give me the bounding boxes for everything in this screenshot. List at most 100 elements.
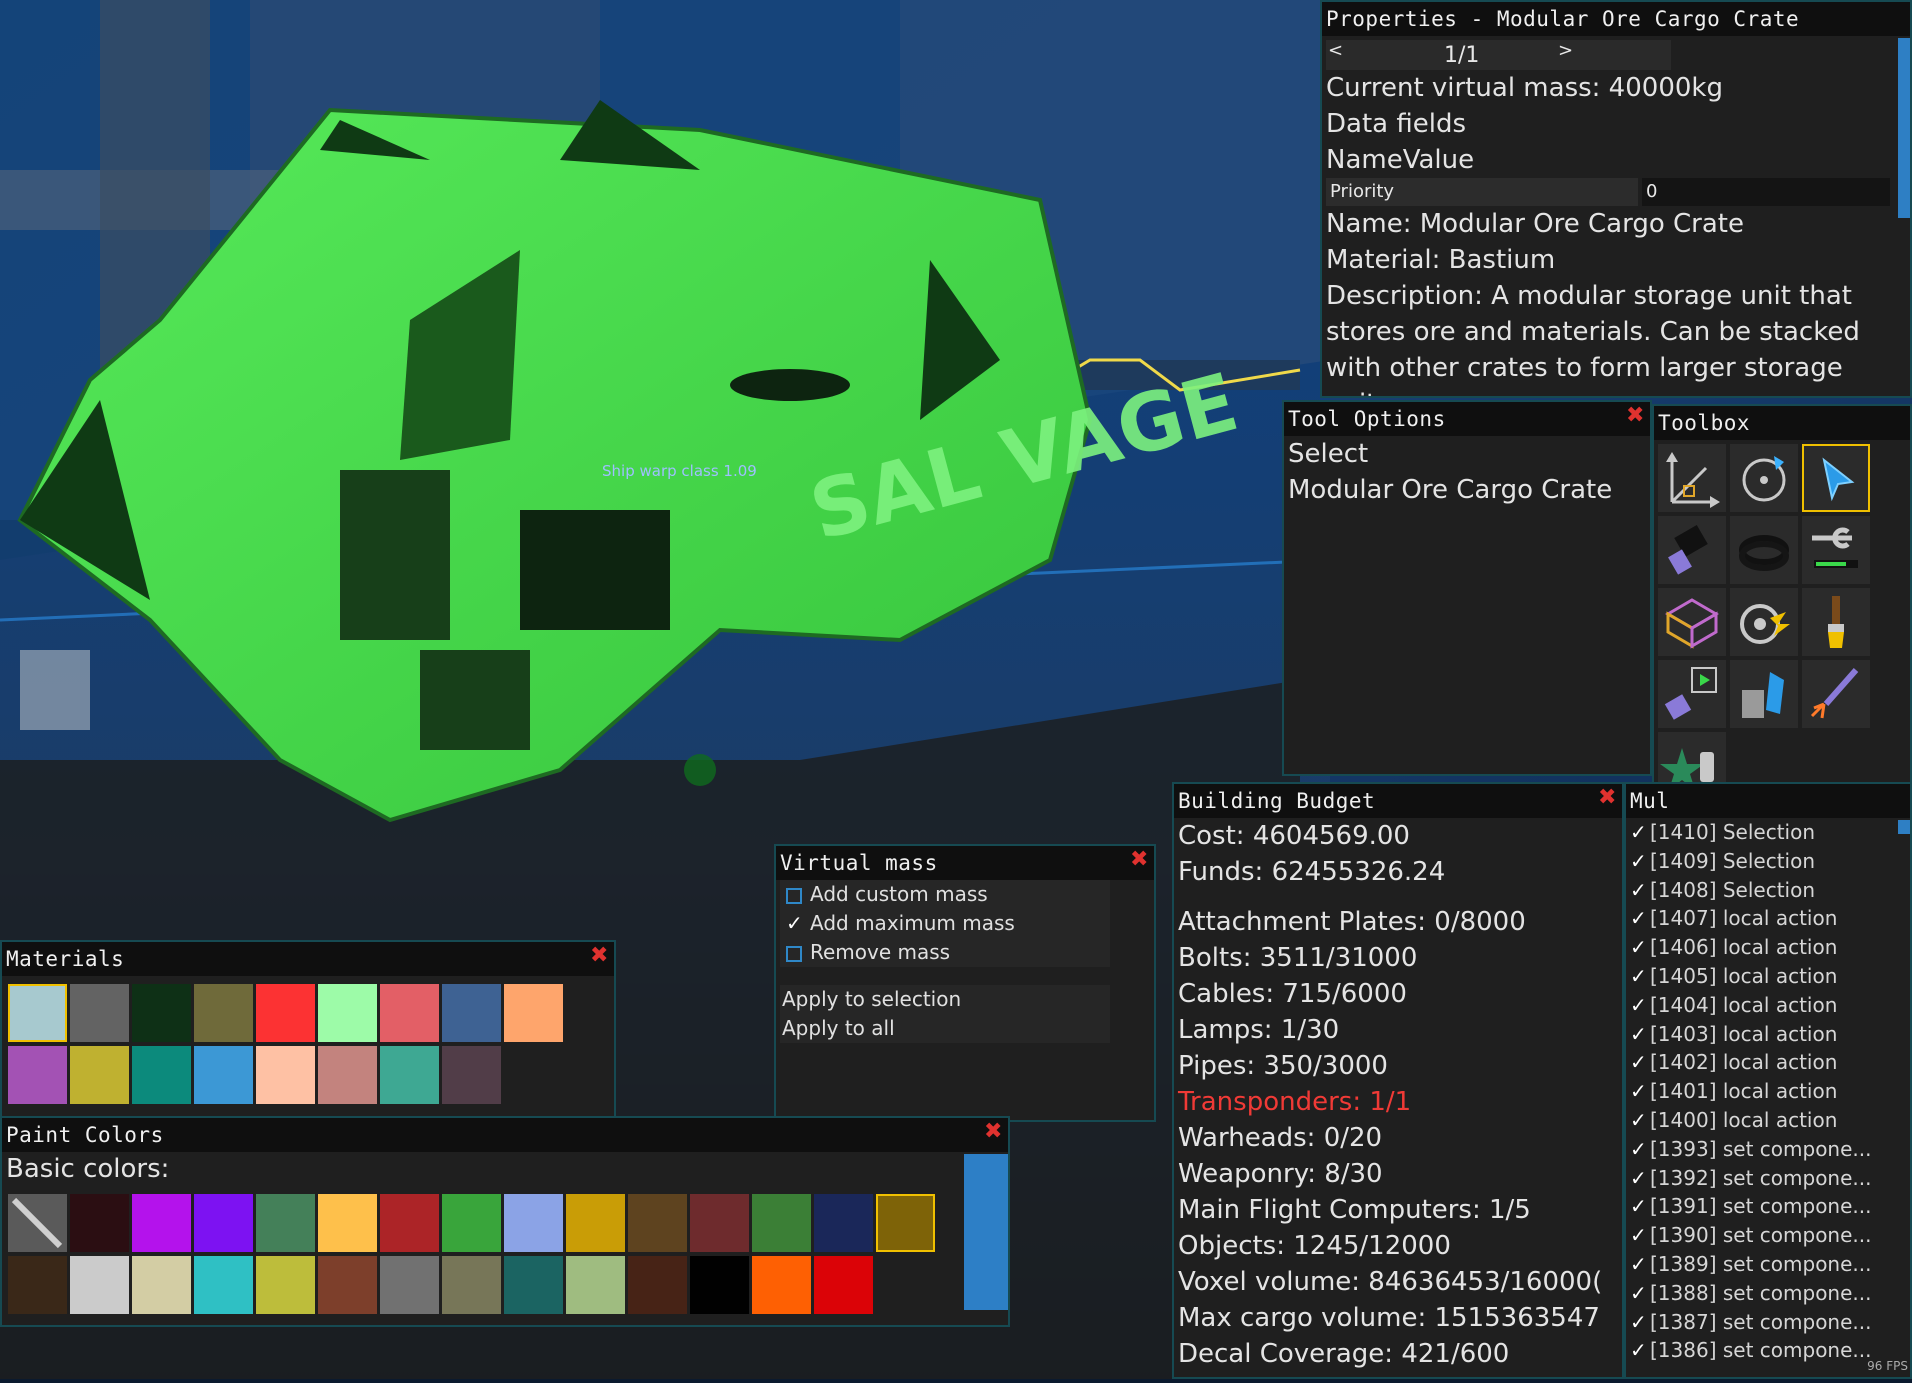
paint-swatch[interactable] [380,1194,439,1252]
building-budget-close-icon[interactable]: ✖ [1598,787,1616,809]
history-entry[interactable]: ✓ [1407] local action [1626,904,1910,933]
remove-mass-option[interactable]: Remove mass [780,938,1110,967]
tool-axis-move[interactable] [1658,444,1726,512]
tool-rotate[interactable] [1730,444,1798,512]
paint-swatch[interactable] [628,1256,687,1314]
material-swatch[interactable] [442,984,501,1042]
material-swatch[interactable] [8,984,67,1042]
paint-swatch[interactable] [690,1194,749,1252]
history-entry[interactable]: ✓ [1406] local action [1626,933,1910,962]
tool-warp[interactable] [1730,588,1798,656]
paint-swatch[interactable] [132,1194,191,1252]
material-swatch[interactable] [132,1046,191,1104]
paint-swatch[interactable] [504,1256,563,1314]
paint-swatch[interactable] [876,1194,935,1252]
paint-swatch[interactable] [752,1194,811,1252]
current-color-preview[interactable] [964,1154,1008,1310]
tool-options-close-icon[interactable]: ✖ [1626,405,1644,427]
tool-crystal[interactable] [1730,660,1798,728]
history-entry[interactable]: ✓ [1401] local action [1626,1077,1910,1106]
material-swatch[interactable] [442,1046,501,1104]
material-swatch[interactable] [318,984,377,1042]
paint-swatch[interactable] [814,1194,873,1252]
history-entry[interactable]: ✓ [1387] set compone... [1626,1308,1910,1337]
material-swatch[interactable] [504,984,563,1042]
pager-next-button[interactable]: > [1558,40,1573,62]
history-entry[interactable]: ✓ [1409] Selection [1626,847,1910,876]
paint-swatch[interactable] [8,1256,67,1314]
paint-swatch[interactable] [256,1194,315,1252]
history-entry[interactable]: ✓ [1389] set compone... [1626,1250,1910,1279]
history-entry[interactable]: ✓ [1404] local action [1626,991,1910,1020]
virtual-mass-close-icon[interactable]: ✖ [1130,849,1148,871]
paint-swatch[interactable] [566,1256,625,1314]
paint-swatch[interactable] [628,1194,687,1252]
paint-swatch[interactable] [256,1256,315,1314]
material-swatch[interactable] [132,984,191,1042]
material-swatch[interactable] [8,1046,67,1104]
material-swatch[interactable] [256,984,315,1042]
paint-swatch[interactable] [566,1194,625,1252]
paint-swatch[interactable] [442,1256,501,1314]
paint-swatch[interactable] [132,1256,191,1314]
material-swatch[interactable] [70,984,129,1042]
material-swatch[interactable] [256,1046,315,1104]
budget-limit: Decal Coverage: 421/600 [1178,1339,1510,1369]
history-entry[interactable]: ✓ [1390] set compone... [1626,1221,1910,1250]
paint-swatch[interactable] [70,1194,129,1252]
history-entry[interactable]: ✓ [1408] Selection [1626,876,1910,905]
pager-prev-button[interactable]: < [1328,40,1343,62]
paint-swatch[interactable] [690,1256,749,1314]
paint-swatch[interactable] [194,1256,253,1314]
tool-voxel[interactable] [1658,588,1726,656]
material-swatch[interactable] [380,984,439,1042]
building-budget-title: Building Budget [1174,784,1622,818]
paint-swatch[interactable] [318,1256,377,1314]
history-entry[interactable]: ✓ [1410] Selection [1626,818,1910,847]
material-swatch[interactable] [70,1046,129,1104]
tool-welder[interactable] [1802,660,1870,728]
paint-swatch[interactable] [442,1194,501,1252]
paint-swatch[interactable] [752,1256,811,1314]
remove-mass-checkbox[interactable] [786,945,802,962]
priority-value-input[interactable]: 0 [1642,178,1890,206]
history-entry[interactable]: ✓ [1405] local action [1626,962,1910,991]
paint-swatch[interactable] [380,1256,439,1314]
tool-cable-coil[interactable] [1730,516,1798,584]
apply-to-all-button[interactable]: Apply to all [780,1014,1110,1043]
tool-paint[interactable] [1802,588,1870,656]
no-color-swatch[interactable] [8,1194,67,1252]
history-entry[interactable]: ✓ [1392] set compone... [1626,1164,1910,1193]
tool-select[interactable] [1802,444,1870,512]
materials-close-icon[interactable]: ✖ [590,945,608,967]
history-entry[interactable]: ✓ [1388] set compone... [1626,1279,1910,1308]
material-swatch[interactable] [318,1046,377,1104]
paint-swatch[interactable] [70,1256,129,1314]
material-swatch[interactable] [194,1046,253,1104]
tool-logic[interactable] [1658,660,1726,728]
add-custom-mass-option[interactable]: Add custom mass [780,880,1110,909]
history-entry[interactable]: ✓ [1400] local action [1626,1106,1910,1135]
properties-scrollbar[interactable] [1898,38,1910,218]
paint-colors-close-icon[interactable]: ✖ [984,1121,1002,1143]
history-entry[interactable]: ✓ [1402] local action [1626,1048,1910,1077]
history-scrollbar[interactable] [1898,820,1910,834]
material-swatch[interactable] [194,984,253,1042]
apply-to-selection-button[interactable]: Apply to selection [780,985,1110,1014]
fps-counter: 96 FPS [1867,1359,1908,1373]
material-swatch[interactable] [380,1046,439,1104]
maximum-mass-checkmark-icon[interactable]: ✓ [786,909,803,938]
paint-swatch[interactable] [814,1256,873,1314]
add-maximum-mass-option[interactable]: ✓ Add maximum mass [780,909,1110,938]
paint-swatch[interactable] [318,1194,377,1252]
tool-wrench[interactable] [1802,516,1870,584]
tool-cable-plug[interactable] [1658,516,1726,584]
history-entry[interactable]: ✓ [1391] set compone... [1626,1192,1910,1221]
custom-mass-checkbox[interactable] [786,887,802,904]
option-label: Add maximum mass [810,911,1015,935]
paint-swatch[interactable] [194,1194,253,1252]
history-entry[interactable]: ✓ [1393] set compone... [1626,1135,1910,1164]
paint-swatch[interactable] [504,1194,563,1252]
history-entry[interactable]: ✓ [1403] local action [1626,1020,1910,1049]
option-label: Remove mass [810,940,951,964]
